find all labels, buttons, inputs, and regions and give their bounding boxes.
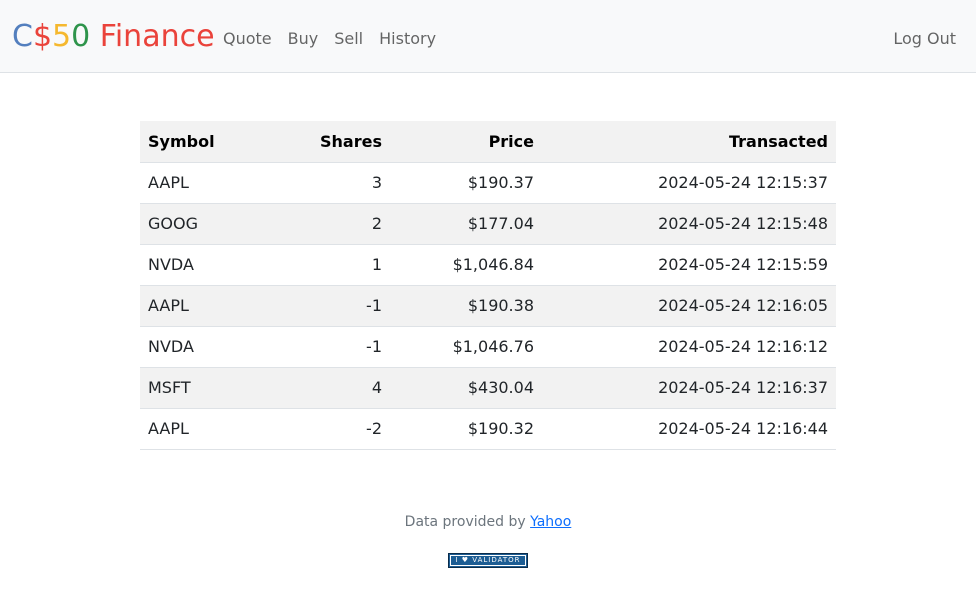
cell-shares: 4 (246, 367, 390, 409)
table-row: GOOG 2 $177.04 2024-05-24 12:15:48 (140, 203, 836, 245)
navbar: C$50 Finance Quote Buy Sell History Log … (0, 0, 976, 73)
cell-price: $177.04 (390, 203, 542, 245)
cell-transacted: 2024-05-24 12:16:05 (542, 285, 836, 327)
header-symbol: Symbol (140, 121, 246, 163)
cell-symbol: AAPL (140, 162, 246, 204)
brand-letter-0: 0 (71, 19, 91, 54)
history-table: Symbol Shares Price Transacted AAPL 3 $1… (140, 121, 836, 450)
validator-badge[interactable]: I ♥ VALIDATOR (448, 553, 528, 568)
cell-transacted: 2024-05-24 12:16:12 (542, 326, 836, 368)
table-row: AAPL 3 $190.37 2024-05-24 12:15:37 (140, 162, 836, 204)
brand-letter-5: 5 (52, 19, 72, 54)
cell-shares: -1 (246, 285, 390, 327)
brand-logo-link[interactable]: C$50 Finance (12, 17, 215, 57)
footer-credit-text: Data provided by (404, 514, 531, 530)
cell-symbol: AAPL (140, 408, 246, 450)
history-table-container: Symbol Shares Price Transacted AAPL 3 $1… (140, 121, 836, 450)
cell-price: $1,046.76 (390, 326, 542, 368)
nav-link-quote[interactable]: Quote (215, 26, 280, 52)
table-row: MSFT 4 $430.04 2024-05-24 12:16:37 (140, 367, 836, 409)
brand-letter-dollar: $ (32, 19, 53, 54)
table-header: Symbol Shares Price Transacted (140, 121, 836, 163)
brand-letter-c: C (12, 19, 33, 54)
cell-symbol: NVDA (140, 244, 246, 286)
cell-transacted: 2024-05-24 12:15:48 (542, 203, 836, 245)
cell-shares: -1 (246, 326, 390, 368)
cell-shares: 2 (246, 203, 390, 245)
nav-link-sell[interactable]: Sell (326, 26, 371, 52)
cell-shares: -2 (246, 408, 390, 450)
cell-shares: 3 (246, 162, 390, 204)
header-price: Price (390, 121, 542, 163)
cell-symbol: AAPL (140, 285, 246, 327)
nav-link-history[interactable]: History (371, 26, 444, 52)
table-row: NVDA -1 $1,046.76 2024-05-24 12:16:12 (140, 326, 836, 368)
cell-shares: 1 (246, 244, 390, 286)
table-row: AAPL -1 $190.38 2024-05-24 12:16:05 (140, 285, 836, 327)
cell-price: $190.38 (390, 285, 542, 327)
table-body: AAPL 3 $190.37 2024-05-24 12:15:37 GOOG … (140, 162, 836, 450)
cell-price: $1,046.84 (390, 244, 542, 286)
table-row: AAPL -2 $190.32 2024-05-24 12:16:44 (140, 408, 836, 450)
nav-link-buy[interactable]: Buy (280, 26, 327, 52)
header-transacted: Transacted (542, 121, 836, 163)
brand-word-finance: Finance (90, 19, 215, 54)
cell-transacted: 2024-05-24 12:16:44 (542, 408, 836, 450)
cell-transacted: 2024-05-24 12:15:37 (542, 162, 836, 204)
footer: Data provided by Yahoo (0, 514, 976, 530)
cell-symbol: NVDA (140, 326, 246, 368)
cell-symbol: GOOG (140, 203, 246, 245)
cell-price: $190.32 (390, 408, 542, 450)
cell-transacted: 2024-05-24 12:15:59 (542, 244, 836, 286)
header-row: Symbol Shares Price Transacted (140, 121, 836, 163)
cell-price: $190.37 (390, 162, 542, 204)
yahoo-link[interactable]: Yahoo (530, 514, 571, 530)
table-row: NVDA 1 $1,046.84 2024-05-24 12:15:59 (140, 244, 836, 286)
cell-transacted: 2024-05-24 12:16:37 (542, 367, 836, 409)
nav-links: Quote Buy Sell History (215, 26, 444, 52)
logout-link[interactable]: Log Out (885, 29, 964, 48)
header-shares: Shares (246, 121, 390, 163)
nav-right: Log Out (885, 26, 964, 52)
cell-price: $430.04 (390, 367, 542, 409)
cell-symbol: MSFT (140, 367, 246, 409)
